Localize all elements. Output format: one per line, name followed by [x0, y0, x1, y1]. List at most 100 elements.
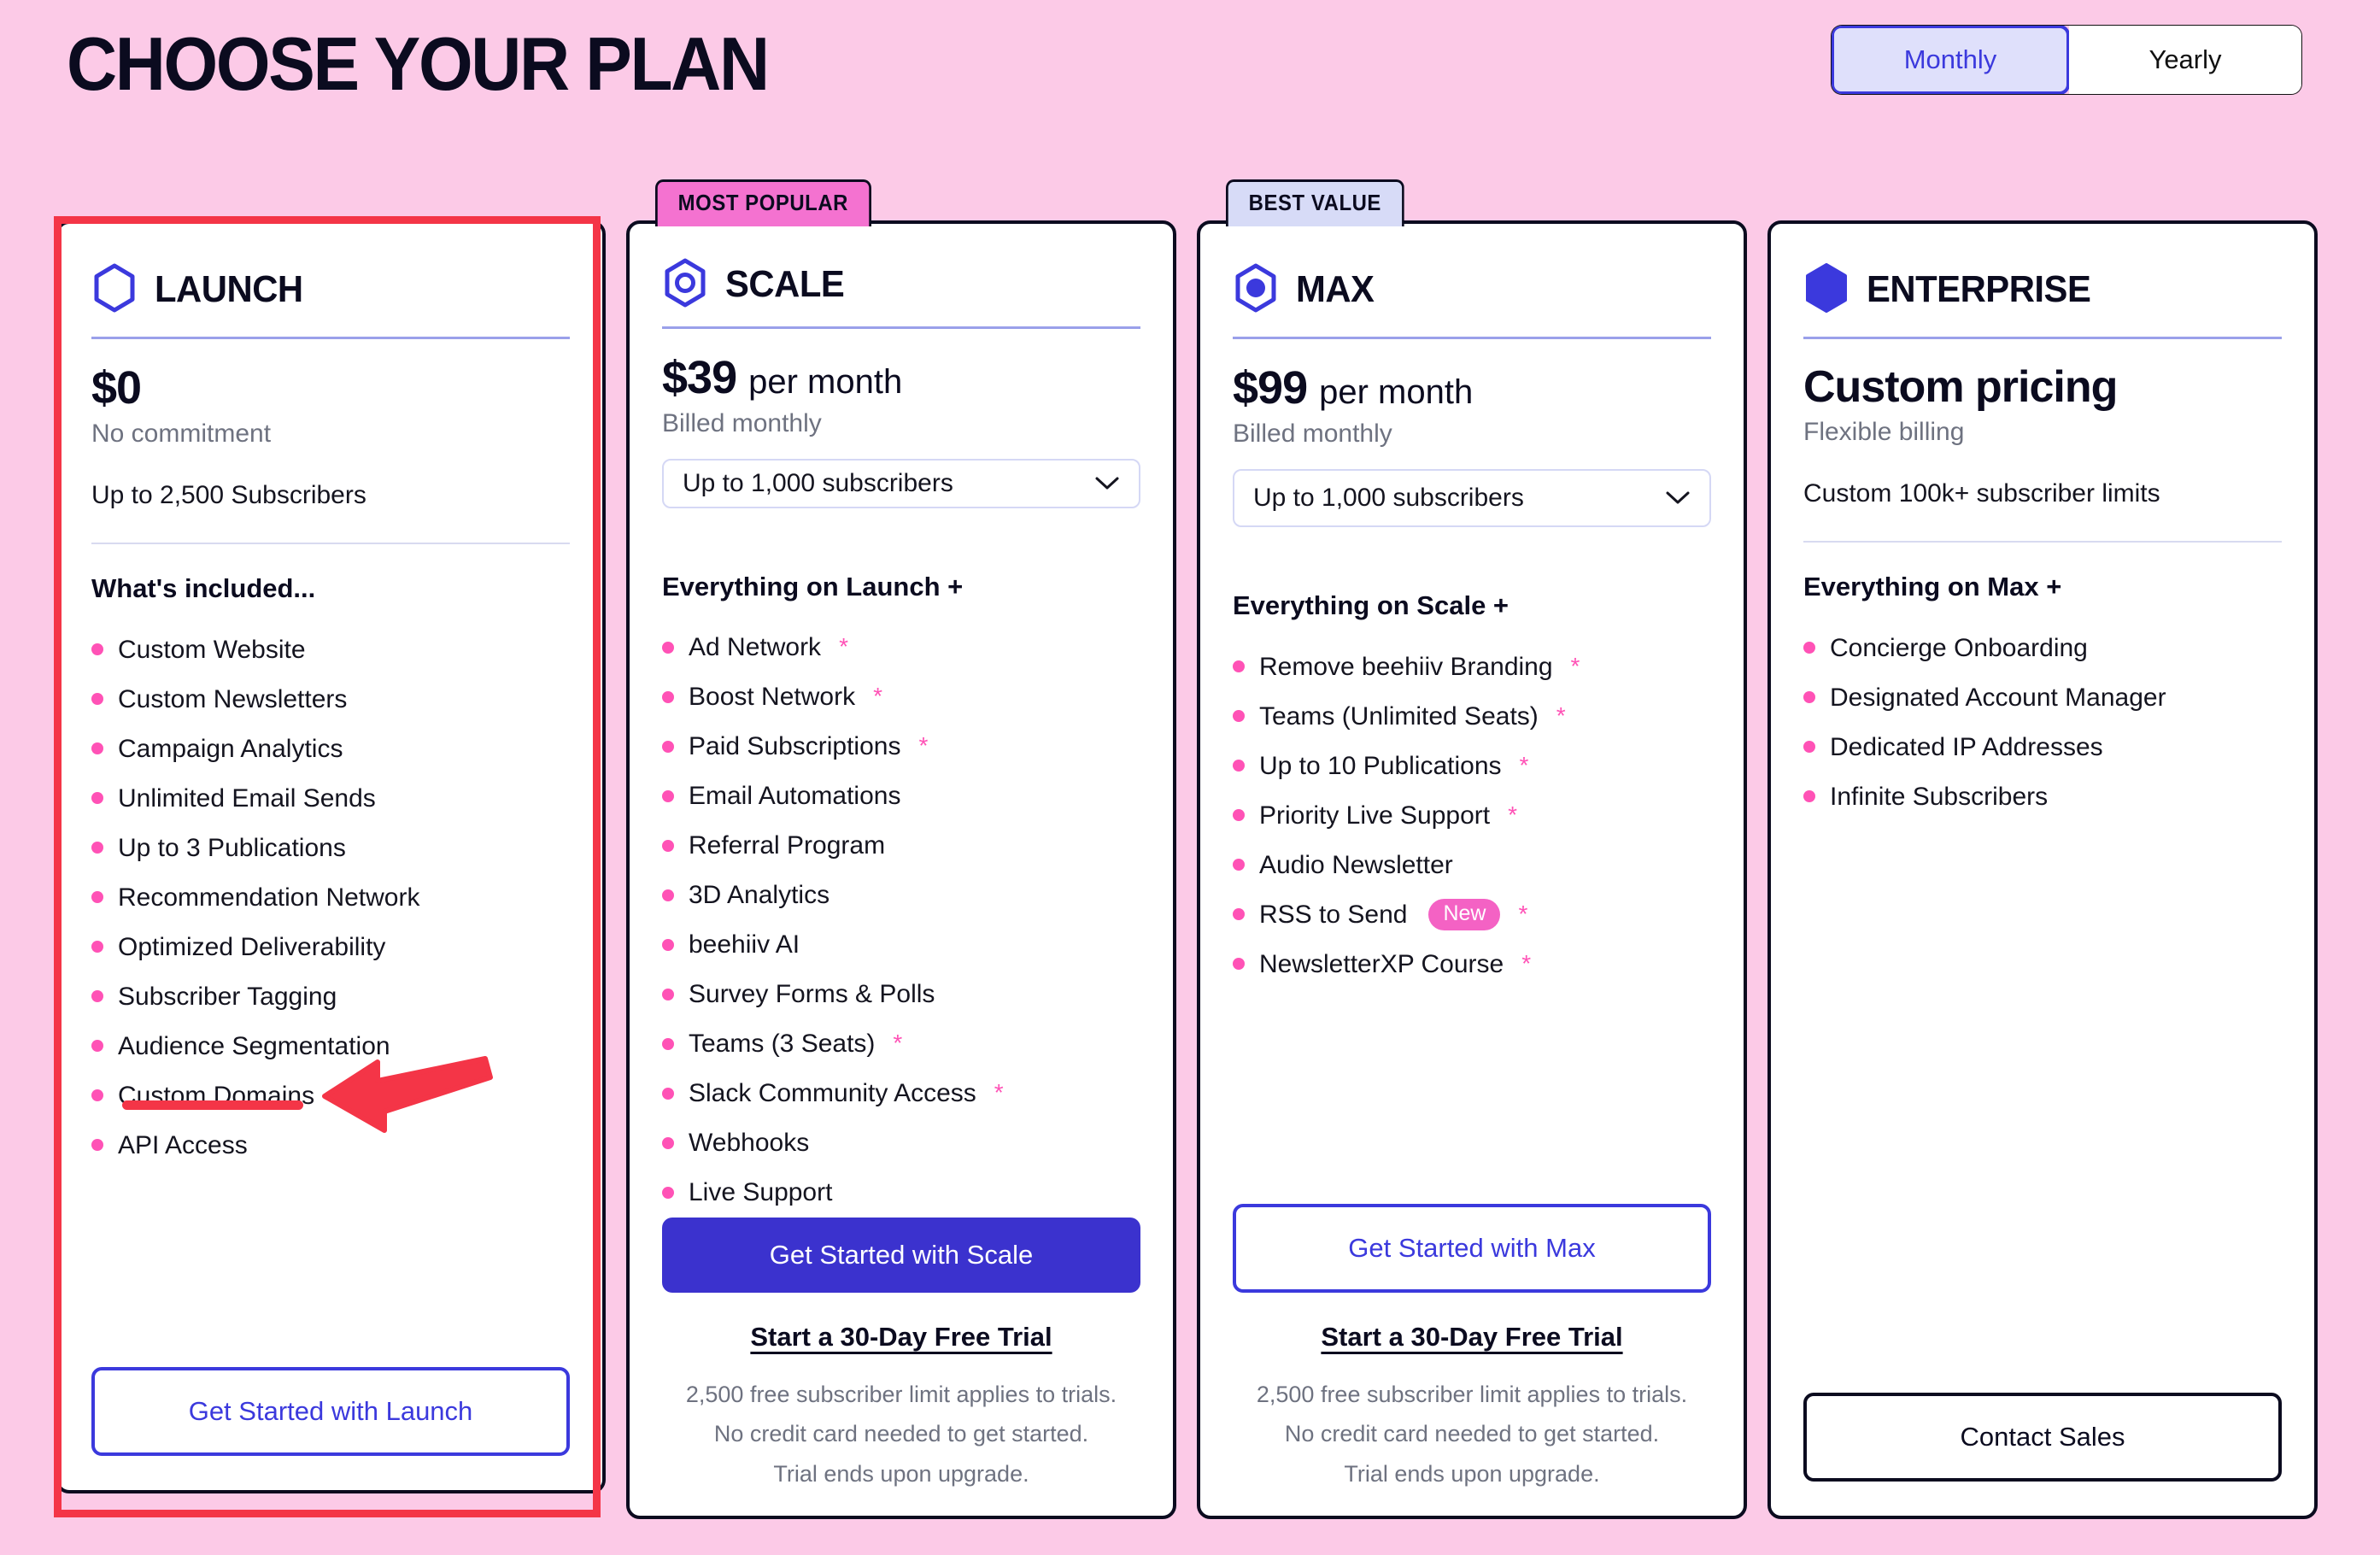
bullet-icon	[1233, 760, 1245, 772]
list-item: API Access	[91, 1120, 570, 1170]
hexagon-filled-icon	[1803, 262, 1849, 317]
list-item: Audience Segmentation	[91, 1021, 570, 1071]
list-item: 3D Analytics	[662, 871, 1140, 920]
bullet-icon	[662, 1136, 674, 1149]
subscriber-limit-enterprise: Custom 100k+ subscriber limits	[1803, 479, 2160, 508]
badge-best-value: BEST VALUE	[1226, 179, 1404, 226]
cta-contact-sales[interactable]: Contact Sales	[1803, 1393, 2282, 1482]
list-item: Ad Network *	[662, 623, 1140, 672]
list-item: NewsletterXP Course *	[1233, 939, 1711, 989]
plan-header-enterprise: ENTERPRISE	[1803, 256, 2282, 323]
chevron-down-icon[interactable]	[1665, 484, 1691, 513]
feature-label: Boost Network	[689, 683, 856, 712]
feature-label: Teams (3 Seats)	[689, 1030, 876, 1059]
asterisk-icon: *	[1518, 900, 1528, 927]
plan-name-max: MAX	[1296, 268, 1375, 310]
plan-header-max: MAX	[1233, 256, 1711, 323]
bullet-icon	[91, 693, 103, 705]
feature-label: Infinite Subscribers	[1830, 782, 2049, 811]
trial-notes-scale: 2,500 free subscriber limit applies to t…	[662, 1375, 1140, 1516]
price-amount-launch: $0	[91, 362, 142, 414]
chevron-down-icon[interactable]	[1094, 469, 1120, 498]
asterisk-icon: *	[1519, 751, 1529, 778]
list-item: beehiiv AI	[662, 920, 1140, 970]
feature-label: RSS to Send	[1259, 900, 1408, 929]
features-divider	[1233, 560, 1711, 561]
page-header: CHOOSE YOUR PLAN Monthly Yearly	[0, 0, 2380, 145]
pricing-card-grid: LAUNCH $0 No commitment Up to 2,500 Subs…	[56, 179, 2328, 1519]
bullet-icon	[1233, 660, 1245, 672]
bullet-icon	[662, 1037, 674, 1050]
subscriber-tier-select-scale[interactable]: Up to 1,000 subscribers	[662, 458, 1140, 508]
trial-link-scale[interactable]: Start a 30-Day Free Trial	[662, 1322, 1140, 1353]
plan-card-launch[interactable]: LAUNCH $0 No commitment Up to 2,500 Subs…	[56, 220, 606, 1493]
bullet-icon	[662, 889, 674, 901]
bullet-icon	[662, 988, 674, 1000]
trial-note-line: 2,500 free subscriber limit applies to t…	[1256, 1381, 1688, 1407]
cta-get-started-launch[interactable]: Get Started with Launch	[91, 1367, 570, 1456]
features-divider	[1803, 541, 2282, 543]
feature-label: Ad Network	[689, 633, 822, 662]
billing-period-toggle[interactable]: Monthly Yearly	[1832, 26, 2301, 94]
feature-label: Custom Domains	[118, 1081, 315, 1110]
select-value: Up to 1,000 subscribers	[1253, 484, 1524, 512]
plan-card-scale[interactable]: MOST POPULAR SCALE $39 per month Billed …	[626, 179, 1176, 1519]
subscriber-tier-select-max[interactable]: Up to 1,000 subscribers	[1233, 469, 1711, 527]
bullet-icon	[1803, 741, 1815, 753]
feature-label: Dedicated IP Addresses	[1830, 732, 2103, 761]
list-item-custom-domains: Custom Domains	[91, 1071, 570, 1120]
feature-label: Webhooks	[689, 1129, 810, 1158]
toggle-monthly[interactable]: Monthly	[1832, 26, 2070, 94]
feature-label: Audience Segmentation	[118, 1031, 390, 1060]
bullet-icon	[91, 941, 103, 953]
trial-link-max[interactable]: Start a 30-Day Free Trial	[1233, 1322, 1711, 1353]
plan-card-max[interactable]: BEST VALUE MAX $99 per month Billed mont…	[1197, 179, 1747, 1519]
list-item: Teams (Unlimited Seats) *	[1233, 691, 1711, 741]
trial-note-line: No credit card needed to get started.	[713, 1421, 1089, 1447]
list-item: Paid Subscriptions *	[662, 722, 1140, 772]
feature-label: Up to 10 Publications	[1259, 751, 1502, 780]
bullet-icon	[91, 1040, 103, 1052]
asterisk-icon: *	[994, 1079, 1004, 1106]
feature-label: Designated Account Manager	[1830, 683, 2166, 712]
feature-list-max: Remove beehiiv Branding * Teams (Unlimite…	[1233, 642, 1711, 989]
trial-note-line: 2,500 free subscriber limit applies to t…	[685, 1381, 1117, 1407]
list-item: Teams (3 Seats) *	[662, 1019, 1140, 1069]
subscriber-limit-launch: Up to 2,500 Subscribers	[91, 481, 366, 509]
list-item: Up to 3 Publications	[91, 823, 570, 872]
feature-label: Survey Forms & Polls	[689, 980, 935, 1009]
price-subtitle-max: Billed monthly	[1233, 420, 1392, 448]
list-item: Designated Account Manager	[1803, 672, 2282, 722]
feature-label: Optimized Deliverability	[118, 932, 386, 961]
trial-note-line: Trial ends upon upgrade.	[1344, 1460, 1600, 1487]
list-item: Priority Live Support *	[1233, 790, 1711, 840]
header-divider	[1233, 337, 1711, 339]
bullet-icon	[91, 643, 103, 655]
price-subtitle-scale: Billed monthly	[662, 408, 822, 437]
new-badge: New	[1428, 898, 1501, 930]
feature-label: Email Automations	[689, 782, 901, 811]
hexagon-outline-icon	[91, 263, 138, 317]
plan-header-launch: LAUNCH	[91, 256, 570, 323]
toggle-yearly[interactable]: Yearly	[2069, 26, 2301, 94]
feature-label: Live Support	[689, 1178, 833, 1207]
asterisk-icon: *	[893, 1030, 903, 1057]
asterisk-icon: *	[873, 683, 882, 710]
hexagon-circle-outline-icon	[662, 258, 708, 312]
trial-notes-max: 2,500 free subscriber limit applies to t…	[1233, 1375, 1711, 1516]
card-bottom-padding	[1803, 1482, 2282, 1516]
price-amount-scale: $39	[662, 351, 737, 403]
list-item: Recommendation Network	[91, 872, 570, 922]
bullet-icon	[662, 641, 674, 654]
feature-label: Concierge Onboarding	[1830, 633, 2088, 662]
bullet-icon	[1233, 908, 1245, 920]
plan-card-enterprise[interactable]: ENTERPRISE Custom pricing Flexible billi…	[1767, 220, 2318, 1519]
cta-get-started-scale[interactable]: Get Started with Scale	[662, 1217, 1140, 1293]
list-item: Optimized Deliverability	[91, 922, 570, 971]
cta-get-started-max[interactable]: Get Started with Max	[1233, 1203, 1711, 1293]
select-value: Up to 1,000 subscribers	[683, 468, 953, 497]
feature-label: Priority Live Support	[1259, 801, 1491, 830]
list-item: Infinite Subscribers	[1803, 772, 2282, 821]
